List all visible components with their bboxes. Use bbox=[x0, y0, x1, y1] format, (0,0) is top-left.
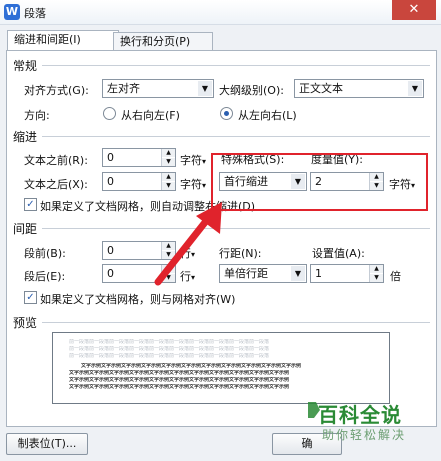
setting-value-label: 设置值(A): bbox=[312, 247, 365, 260]
preview-prev-line: 前一段落前一段落前一段落前一段落前一段落前一段落前一段落前一段落前一段落前一段落 bbox=[69, 339, 270, 345]
tab-line-page-breaks[interactable]: 换行和分页(P) bbox=[113, 32, 213, 51]
indent-separator bbox=[42, 136, 430, 137]
indent-before-value: 0 bbox=[107, 151, 114, 164]
space-before-value: 0 bbox=[107, 244, 114, 257]
alignment-label: 对齐方式(G): bbox=[24, 84, 89, 97]
preview-sample-line: 文字示例文字示例文字示例文字示例文字示例文字示例文字示例文字示例文字示例文字示例… bbox=[69, 384, 290, 390]
caret-down-icon: ▾ bbox=[202, 157, 207, 166]
alignment-select[interactable]: 左对齐 ▼ bbox=[102, 79, 214, 98]
tab-indent-spacing[interactable]: 缩进和间距(I) bbox=[7, 30, 119, 51]
chevron-down-icon: ▼ bbox=[291, 266, 305, 281]
direction-label: 方向: bbox=[24, 109, 50, 122]
indent-after-label: 文本之后(X): bbox=[24, 178, 88, 191]
rtl-label: 从右向左(F) bbox=[121, 109, 180, 122]
unit-text: 字符 bbox=[180, 178, 202, 191]
highlight-box bbox=[211, 153, 428, 211]
rtl-radio[interactable] bbox=[103, 107, 116, 120]
spinner-down-icon[interactable]: ▼ bbox=[162, 158, 175, 166]
spinner-up-icon[interactable]: ▲ bbox=[370, 265, 383, 273]
setting-value-value: 1 bbox=[315, 267, 322, 280]
spinner-buttons: ▲▼ bbox=[161, 149, 175, 166]
outline-level-value: 正文文本 bbox=[299, 82, 343, 95]
chevron-down-icon: ▼ bbox=[198, 81, 212, 96]
preview-section-title: 预览 bbox=[13, 316, 38, 330]
indent-before-label: 文本之前(R): bbox=[24, 154, 88, 167]
spacing-section-title: 间距 bbox=[13, 222, 38, 236]
spinner-up-icon[interactable]: ▲ bbox=[162, 173, 175, 181]
outline-level-select[interactable]: 正文文本 ▼ bbox=[294, 79, 424, 98]
preview-sample-line: 文字示例文字示例文字示例文字示例文字示例文字示例文字示例文字示例文字示例文字示例… bbox=[69, 370, 290, 376]
watermark-title: 百科全说 bbox=[318, 403, 402, 427]
space-after-label: 段后(E): bbox=[24, 270, 66, 283]
indent-after-value: 0 bbox=[107, 175, 114, 188]
unit-text: 字符 bbox=[180, 154, 202, 167]
spinner-down-icon[interactable]: ▼ bbox=[162, 182, 175, 190]
window-title: 段落 bbox=[24, 7, 46, 20]
indent-section-title: 缩进 bbox=[13, 130, 38, 144]
ltr-radio[interactable] bbox=[220, 107, 233, 120]
ltr-label: 从左向右(L) bbox=[238, 109, 297, 122]
grid-align-checkbox[interactable]: ✓ bbox=[24, 291, 37, 304]
preview-prev-line: 前一段落前一段落前一段落前一段落前一段落前一段落前一段落前一段落前一段落前一段落 bbox=[69, 353, 270, 359]
spinner-buttons: ▲▼ bbox=[161, 173, 175, 190]
line-spacing-value: 单倍行距 bbox=[224, 267, 268, 280]
preview-sample-line: 文字示例文字示例文字示例文字示例文字示例文字示例文字示例文字示例文字示例文字示例… bbox=[69, 377, 290, 383]
indent-after-input[interactable]: 0 ▲ ▼ bbox=[102, 172, 176, 191]
tab-stops-button[interactable]: 制表位(T)... bbox=[6, 433, 88, 455]
indent-before-unit[interactable]: 字符▾ bbox=[180, 152, 206, 168]
indent-before-input[interactable]: 0 ▲ ▼ bbox=[102, 148, 176, 167]
wps-writer-icon: W bbox=[4, 4, 20, 20]
preview-separator bbox=[42, 322, 430, 323]
line-spacing-select[interactable]: 单倍行距 ▼ bbox=[219, 264, 307, 283]
space-before-label: 段前(B): bbox=[24, 247, 66, 260]
general-separator bbox=[42, 65, 430, 66]
outline-level-label: 大纲级别(O): bbox=[219, 84, 284, 97]
alignment-value: 左对齐 bbox=[107, 82, 140, 95]
close-button[interactable]: ✕ bbox=[392, 0, 436, 20]
auto-adjust-right-indent-checkbox[interactable]: ✓ bbox=[24, 198, 37, 211]
spacing-separator bbox=[42, 228, 430, 229]
watermark: 百科全说 助你轻松解决 bbox=[306, 396, 441, 456]
general-section-title: 常规 bbox=[13, 59, 38, 73]
spinner-up-icon[interactable]: ▲ bbox=[162, 149, 175, 157]
preview-box: 前一段落前一段落前一段落前一段落前一段落前一段落前一段落前一段落前一段落前一段落… bbox=[52, 332, 390, 404]
preview-prev-line: 前一段落前一段落前一段落前一段落前一段落前一段落前一段落前一段落前一段落前一段落 bbox=[69, 346, 270, 352]
chevron-down-icon: ▼ bbox=[408, 81, 422, 96]
caret-down-icon: ▾ bbox=[202, 181, 207, 190]
spinner-down-icon[interactable]: ▼ bbox=[370, 274, 383, 282]
red-arrow-icon bbox=[154, 202, 222, 286]
spinner-buttons: ▲▼ bbox=[369, 265, 383, 282]
setting-value-unit: 倍 bbox=[390, 270, 401, 283]
watermark-subtitle: 助你轻松解决 bbox=[322, 428, 407, 442]
setting-value-input[interactable]: 1 ▲ ▼ bbox=[310, 264, 384, 283]
title-bar: W 段落 ✕ bbox=[0, 0, 441, 25]
space-after-value: 0 bbox=[107, 267, 114, 280]
indent-after-unit[interactable]: 字符▾ bbox=[180, 176, 206, 192]
preview-sample-line: 文字示例文字示例文字示例文字示例文字示例文字示例文字示例文字示例文字示例文字示例… bbox=[81, 363, 302, 369]
